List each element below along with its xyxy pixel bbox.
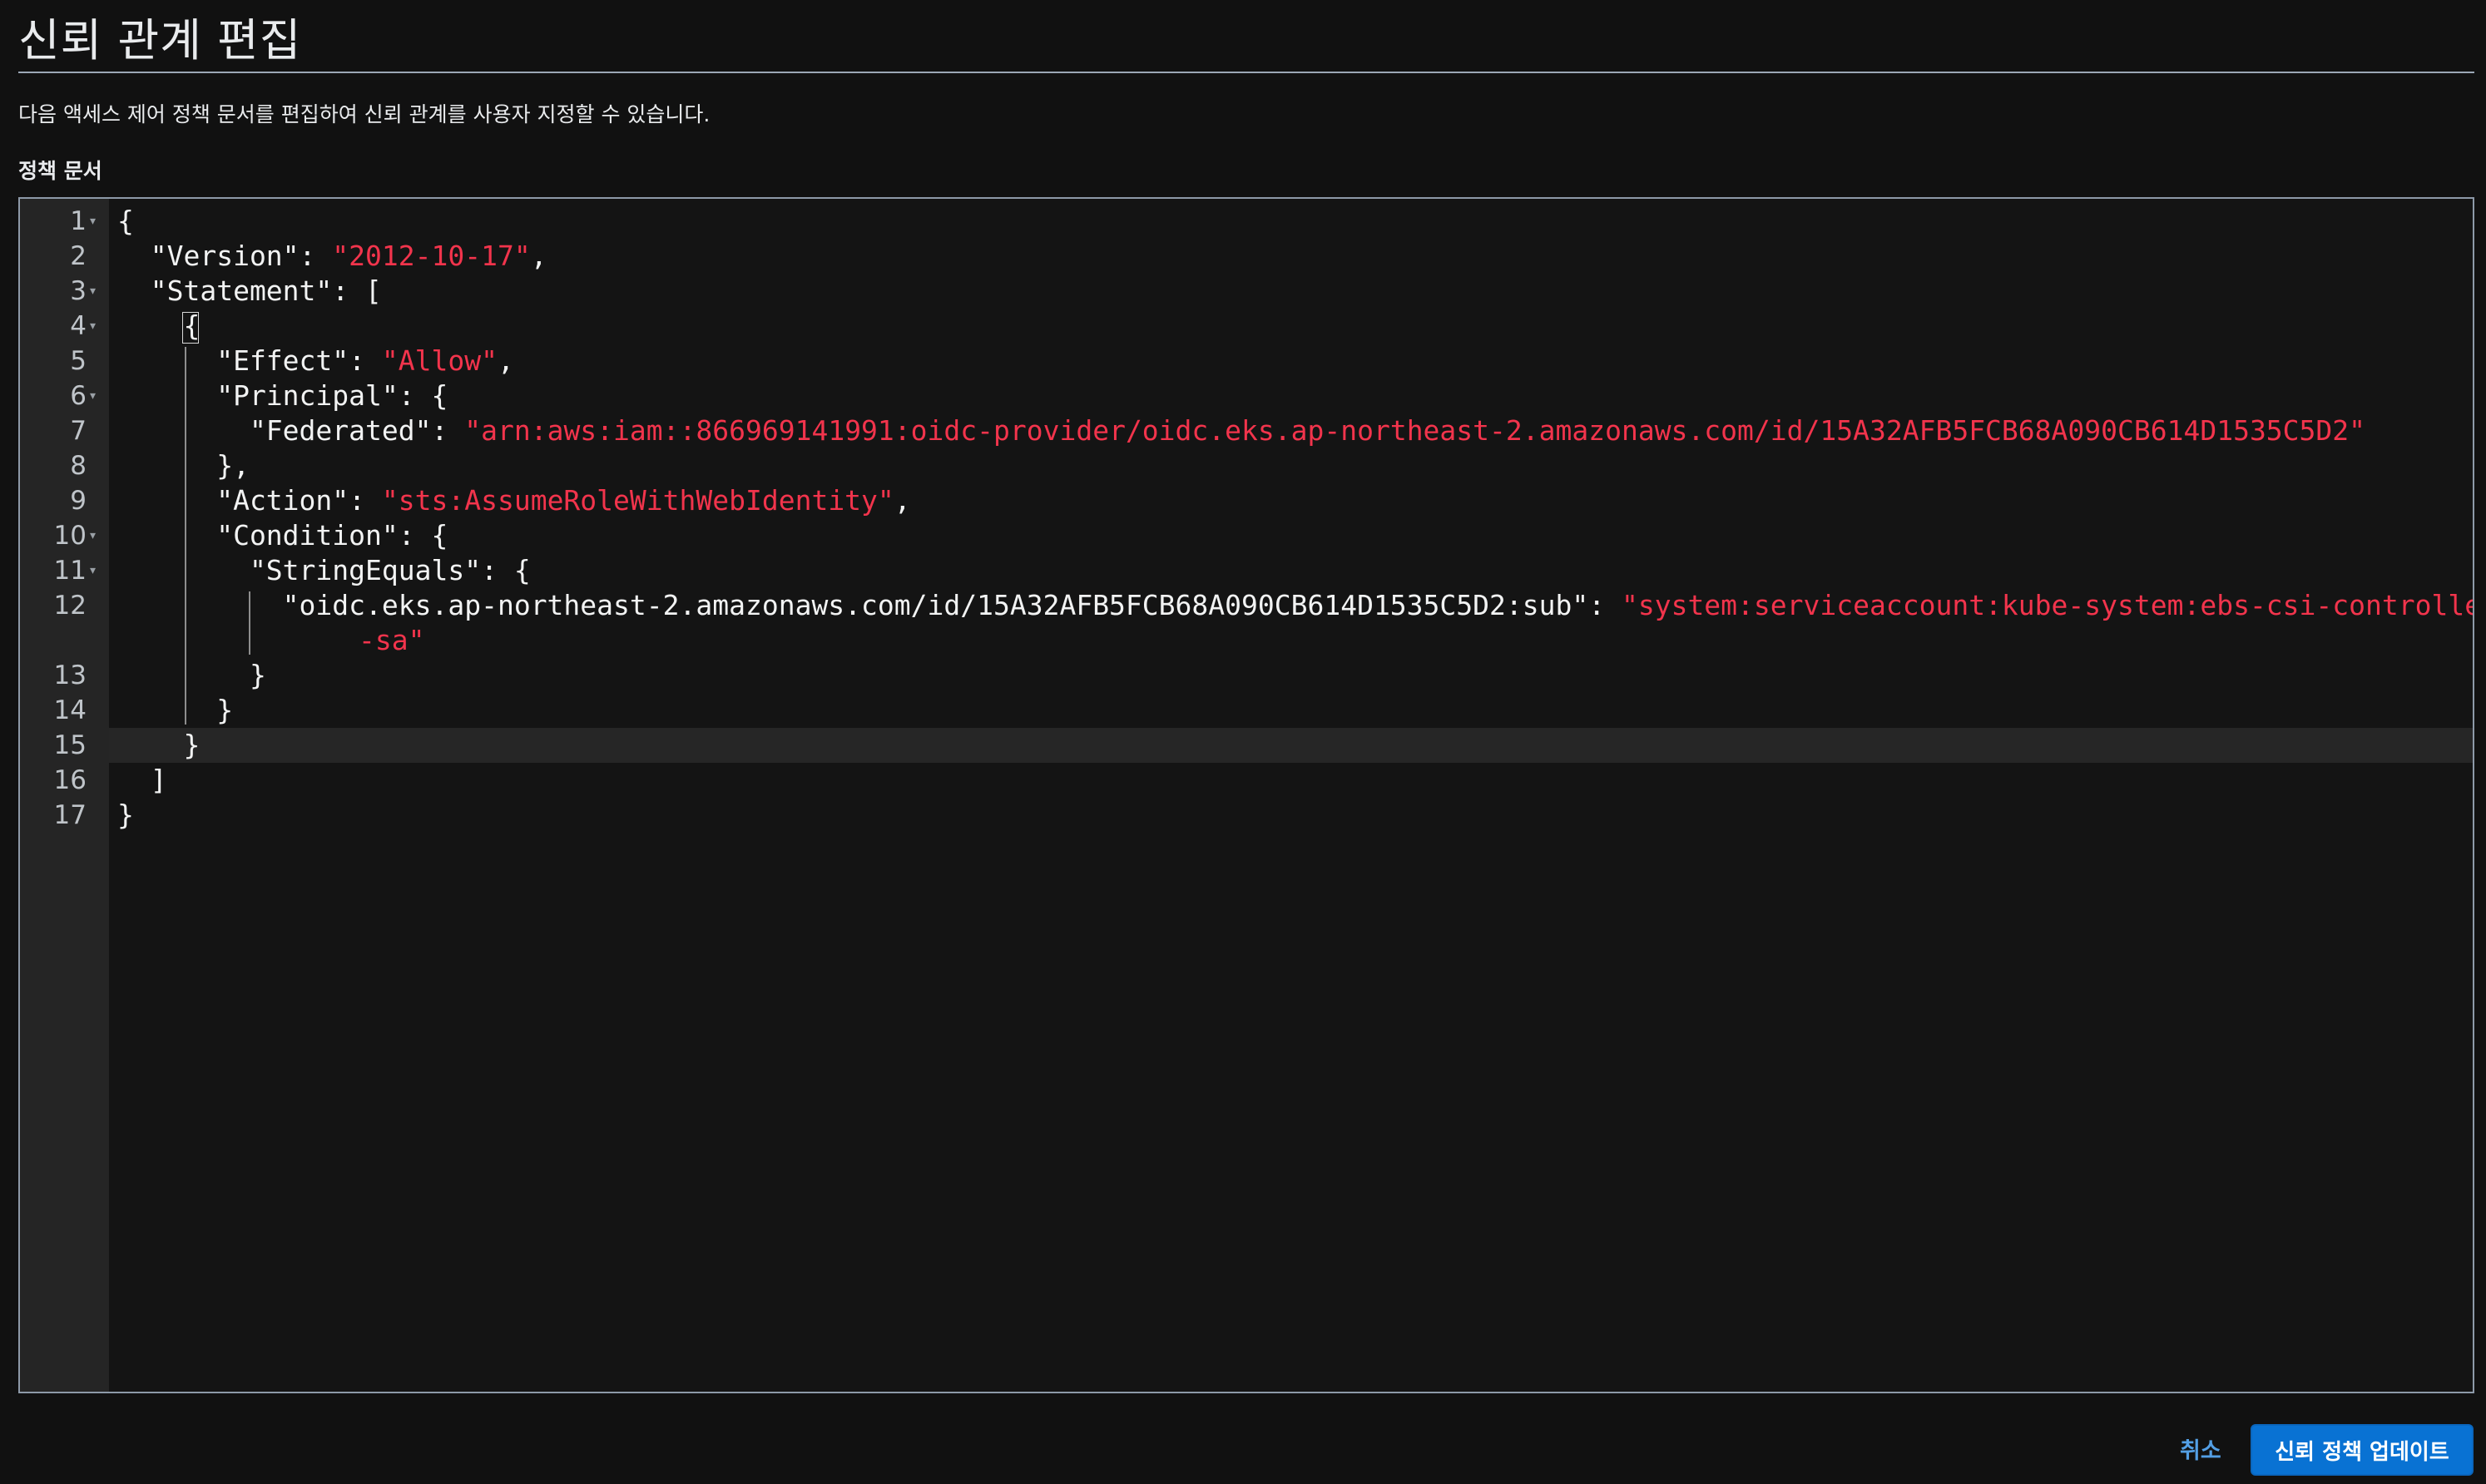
editor-line[interactable]: { — [109, 204, 2473, 239]
code-text: "Statement": [ — [117, 274, 382, 309]
editor-line[interactable]: "Principal": { — [109, 378, 2473, 413]
code-string-token: "sts:AssumeRoleWithWebIdentity" — [381, 484, 894, 517]
line-number: 1 — [70, 206, 87, 236]
line-number: 15 — [53, 730, 87, 760]
code-token: "oidc.eks.ap-northeast-2.amazonaws.com/i… — [117, 589, 1622, 621]
line-number: 9 — [70, 486, 87, 516]
code-text: "Action": "sts:AssumeRoleWithWebIdentity… — [117, 483, 911, 518]
fold-arrow-icon[interactable]: ▾ — [90, 518, 96, 553]
line-number: 7 — [70, 416, 87, 446]
code-token: , — [530, 240, 547, 272]
editor-line[interactable]: "Action": "sts:AssumeRoleWithWebIdentity… — [109, 483, 2473, 518]
line-number: 5 — [70, 346, 87, 376]
line-number: 4 — [70, 311, 87, 341]
editor-lines[interactable]: { "Version": "2012-10-17", "Statement": … — [109, 199, 2473, 1392]
code-token: , — [497, 344, 514, 377]
code-token: "Action": — [117, 484, 382, 517]
fold-arrow-icon[interactable]: ▾ — [90, 553, 96, 588]
cancel-button[interactable]: 취소 — [2180, 1432, 2221, 1465]
fold-arrow-icon[interactable]: ▾ — [90, 378, 96, 413]
fold-arrow-icon[interactable]: ▾ — [90, 204, 96, 239]
code-token: , — [894, 484, 911, 517]
code-token: "Principal": { — [117, 379, 448, 412]
editor-line[interactable]: "Effect": "Allow", — [109, 344, 2473, 378]
code-text: "oidc.eks.ap-northeast-2.amazonaws.com/i… — [117, 588, 2474, 623]
editor-line[interactable]: "StringEquals": { — [109, 553, 2473, 588]
editor-line[interactable]: "Statement": [ — [109, 274, 2473, 309]
editor-line[interactable]: { — [109, 309, 2473, 344]
line-number: 6 — [70, 381, 87, 411]
editor-line[interactable]: "Condition": { — [109, 518, 2473, 553]
code-text: } — [117, 693, 233, 728]
code-token: { — [117, 205, 134, 237]
code-text: "Principal": { — [117, 378, 448, 413]
policy-document-label: 정책 문서 — [18, 159, 102, 183]
line-number: 12 — [53, 591, 87, 621]
policy-code-editor[interactable]: { "Version": "2012-10-17", "Statement": … — [18, 197, 2474, 1393]
code-text: -sa" — [359, 623, 424, 658]
code-token: "Statement": [ — [117, 275, 382, 307]
editor-line[interactable]: } — [109, 728, 2473, 763]
code-string-token: "2012-10-17" — [332, 240, 531, 272]
code-token: } — [117, 729, 201, 761]
code-token: "Version": — [117, 240, 333, 272]
fold-arrow-icon[interactable]: ▾ — [90, 309, 96, 344]
code-text: "Effect": "Allow", — [117, 344, 514, 378]
bracket-match-highlight — [181, 312, 199, 344]
line-number: 2 — [70, 241, 87, 271]
code-text: }, — [117, 448, 250, 483]
code-text: } — [117, 658, 266, 693]
code-text: } — [117, 798, 134, 833]
code-token: } — [117, 659, 266, 691]
code-token: } — [117, 799, 134, 831]
line-number: 16 — [53, 765, 87, 795]
code-token: ] — [117, 764, 167, 796]
code-token: } — [117, 694, 234, 726]
code-token: "Condition": { — [117, 519, 448, 552]
editor-line[interactable]: "Federated": "arn:aws:iam::866969141991:… — [109, 413, 2473, 448]
editor-line[interactable]: } — [109, 798, 2473, 833]
line-number: 14 — [53, 695, 87, 725]
line-number: 10 — [53, 521, 87, 551]
code-string-token: "Allow" — [381, 344, 498, 377]
line-number: 13 — [53, 660, 87, 690]
code-string-token: "system:serviceaccount:kube-system:ebs-c… — [1621, 589, 2474, 621]
code-token: }, — [117, 449, 250, 482]
editor-line[interactable]: "Version": "2012-10-17", — [109, 239, 2473, 274]
code-text: "StringEquals": { — [117, 553, 531, 588]
line-number: 3 — [70, 276, 87, 306]
code-string-token: -sa" — [359, 624, 425, 656]
code-text: "Version": "2012-10-17", — [117, 239, 547, 274]
page-title: 신뢰 관계 편집 — [18, 14, 302, 67]
editor-line[interactable]: ] — [109, 763, 2473, 798]
code-text: } — [117, 728, 200, 763]
indent-guide — [184, 347, 186, 725]
code-token: "StringEquals": { — [117, 554, 531, 586]
code-text: "Condition": { — [117, 518, 448, 553]
line-number: 8 — [70, 451, 87, 481]
editor-line[interactable]: "oidc.eks.ap-northeast-2.amazonaws.com/i… — [109, 588, 2473, 623]
editor-line[interactable]: }, — [109, 448, 2473, 483]
code-token: "Federated": — [117, 414, 465, 447]
code-token: "Effect": — [117, 344, 382, 377]
code-string-token: "arn:aws:iam::866969141991:oidc-provider… — [464, 414, 2366, 447]
editor-line[interactable]: -sa" — [109, 623, 2473, 658]
code-text: { — [117, 204, 134, 239]
indent-guide — [249, 591, 251, 655]
line-number — [20, 623, 87, 658]
line-number: 17 — [53, 800, 87, 830]
page-description: 다음 액세스 제어 정책 문서를 편집하여 신뢰 관계를 사용자 지정할 수 있… — [18, 102, 711, 126]
line-number: 11 — [53, 556, 87, 586]
editor-line[interactable]: } — [109, 693, 2473, 728]
code-text: "Federated": "arn:aws:iam::866969141991:… — [117, 413, 2365, 448]
title-divider — [18, 72, 2474, 73]
fold-arrow-icon[interactable]: ▾ — [90, 274, 96, 309]
update-trust-policy-button[interactable]: 신뢰 정책 업데이트 — [2251, 1424, 2474, 1476]
editor-line[interactable]: } — [109, 658, 2473, 693]
code-text: ] — [117, 763, 167, 798]
